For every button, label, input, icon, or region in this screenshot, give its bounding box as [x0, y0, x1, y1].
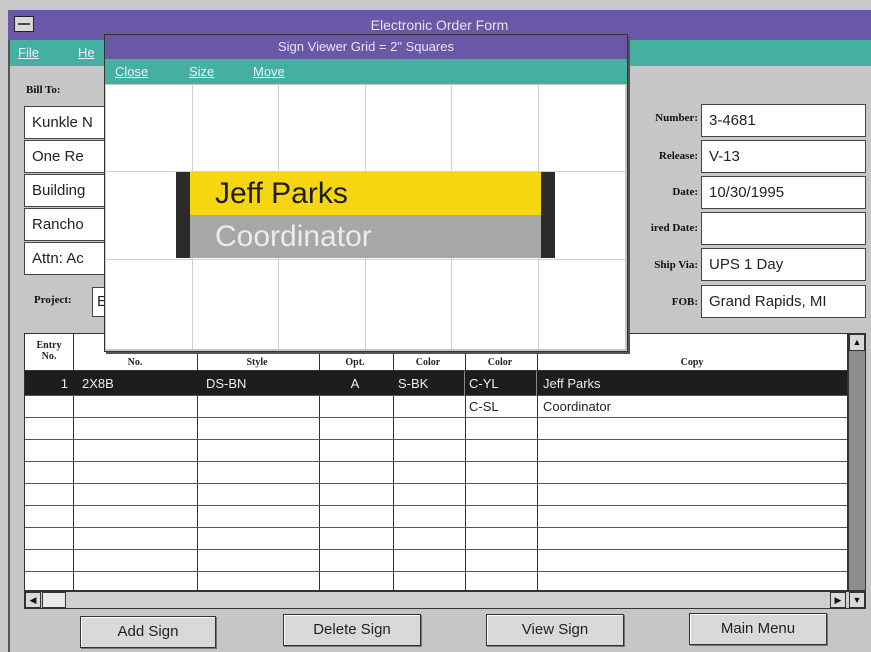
row1-style: DS-BN — [206, 376, 247, 391]
sign-line-2: Coordinator — [190, 215, 541, 258]
header-copy: Copy — [680, 357, 704, 368]
row1-color1: S-BK — [398, 376, 429, 391]
menu-file[interactable]: File — [18, 45, 39, 60]
row1-color2: C-YL — [469, 376, 499, 391]
vertical-scrollbar[interactable] — [848, 333, 866, 591]
row1-no: 2X8B — [82, 376, 114, 391]
required-date-label: ired Date: — [650, 222, 698, 234]
bill-to-line-5[interactable]: Attn: Ac — [24, 242, 114, 275]
row1-opt: A — [350, 376, 360, 391]
row2-color2: C-SL — [469, 399, 499, 414]
sign-viewer-title: Sign Viewer Grid = 2" Squares — [105, 35, 627, 59]
horizontal-scroll-thumb[interactable] — [42, 592, 66, 608]
fob-field[interactable]: Grand Rapids, MI — [701, 285, 866, 318]
required-date-field[interactable] — [701, 212, 866, 245]
project-label: Project: — [34, 294, 72, 306]
fob-label: FOB: — [671, 296, 698, 308]
bill-to-line-4[interactable]: Rancho — [24, 208, 114, 241]
scroll-down-arrow-icon[interactable]: ▼ — [849, 592, 865, 608]
scroll-left-arrow-icon[interactable]: ◀ — [25, 592, 41, 608]
sign-line-1: Jeff Parks — [190, 172, 541, 215]
viewer-menu-size[interactable]: Size — [189, 64, 214, 79]
scroll-up-arrow-icon[interactable]: ▲ — [849, 334, 865, 351]
header-entry-no: Entry No. — [36, 340, 62, 362]
number-label: Number: — [655, 112, 698, 124]
bill-to-label: Bill To: — [26, 84, 61, 96]
header-color-2: Color — [487, 357, 513, 368]
viewer-menu-move[interactable]: Move — [253, 64, 285, 79]
view-sign-button[interactable]: View Sign — [486, 614, 624, 646]
row1-entry: 1 — [60, 376, 68, 391]
delete-sign-button[interactable]: Delete Sign — [283, 614, 421, 646]
bill-to-line-3[interactable]: Building — [24, 174, 114, 207]
release-label: Release: — [658, 150, 698, 162]
header-no: No. — [127, 357, 143, 368]
row2-copy: Coordinator — [543, 399, 611, 414]
bill-to-line-2[interactable]: One Re — [24, 140, 114, 173]
header-style: Style — [246, 357, 268, 368]
number-field[interactable]: 3-4681 — [701, 104, 866, 137]
sign-frame-left — [176, 172, 190, 258]
ship-via-label: Ship Via: — [654, 259, 698, 271]
bill-to-line-1[interactable]: Kunkle N — [24, 106, 114, 139]
viewer-menu-close[interactable]: Close — [115, 64, 148, 79]
sign-frame-right — [541, 172, 555, 258]
row1-copy: Jeff Parks — [543, 376, 601, 391]
header-opt: Opt. — [345, 357, 365, 368]
sign-viewer-menu-bar: Close Size Move — [105, 59, 627, 84]
release-field[interactable]: V-13 — [701, 140, 866, 173]
scroll-right-arrow-icon[interactable]: ▶ — [830, 592, 846, 608]
add-sign-button[interactable]: Add Sign — [80, 616, 216, 648]
ship-via-field[interactable]: UPS 1 Day — [701, 248, 866, 281]
system-menu-button[interactable] — [14, 16, 34, 32]
date-label: Date: — [672, 186, 698, 198]
horizontal-scrollbar[interactable] — [24, 591, 866, 609]
header-color-1: Color — [415, 357, 441, 368]
menu-help[interactable]: He — [78, 45, 95, 60]
main-menu-button[interactable]: Main Menu — [689, 613, 827, 645]
date-field[interactable]: 10/30/1995 — [701, 176, 866, 209]
table-row[interactable] — [25, 371, 847, 395]
